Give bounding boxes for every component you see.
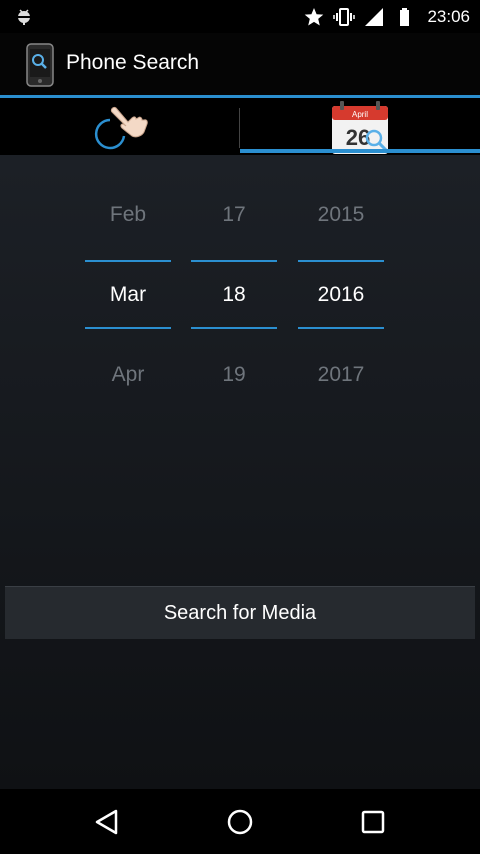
navigation-bar [0, 789, 480, 854]
month-prev[interactable]: Feb [85, 203, 171, 227]
phone-search-icon[interactable] [24, 43, 56, 87]
month-line-top [85, 260, 171, 262]
tab-selected-indicator [240, 149, 480, 153]
year-next[interactable]: 2017 [298, 363, 384, 387]
page-title: Phone Search [66, 51, 200, 74]
year-line-bottom [298, 327, 384, 329]
year-line-top [298, 260, 384, 262]
day-prev[interactable]: 17 [191, 203, 277, 227]
day-line-top [191, 260, 277, 262]
day-current[interactable]: 18 [191, 283, 277, 307]
month-next[interactable]: Apr [85, 363, 171, 387]
calendar-icon-month: April [352, 110, 368, 119]
signal-icon [365, 7, 384, 26]
battery-icon [400, 7, 410, 26]
day-next[interactable]: 19 [191, 363, 277, 387]
day-picker[interactable]: 17 18 19 [191, 155, 277, 415]
day-line-bottom [191, 327, 277, 329]
back-icon[interactable] [92, 807, 122, 837]
month-picker[interactable]: Feb Mar Apr [85, 155, 171, 415]
android-bug-icon [18, 9, 30, 25]
tab-bar: April 26 [0, 95, 480, 155]
tab-calendar[interactable]: April 26 [240, 98, 480, 155]
tab-touch[interactable] [0, 98, 240, 155]
vibrate-icon [333, 7, 356, 26]
month-current[interactable]: Mar [85, 283, 171, 307]
year-current[interactable]: 2016 [298, 283, 384, 307]
home-icon[interactable] [225, 807, 255, 837]
year-picker[interactable]: 2015 2016 2017 [298, 155, 384, 415]
star-icon [305, 7, 324, 25]
month-line-bottom [85, 327, 171, 329]
action-bar: Phone Search [0, 33, 480, 95]
search-for-media-button[interactable]: Search for Media [5, 586, 475, 639]
touch-hand-icon [94, 107, 148, 150]
status-time: 23:06 [427, 6, 470, 26]
year-prev[interactable]: 2015 [298, 203, 384, 227]
status-bar: 23:06 [0, 0, 480, 33]
calendar-icon: April 26 [332, 101, 388, 154]
main-content: Feb Mar Apr 17 18 19 2015 2016 2017 Sear… [0, 155, 480, 789]
recents-icon[interactable] [358, 807, 388, 837]
